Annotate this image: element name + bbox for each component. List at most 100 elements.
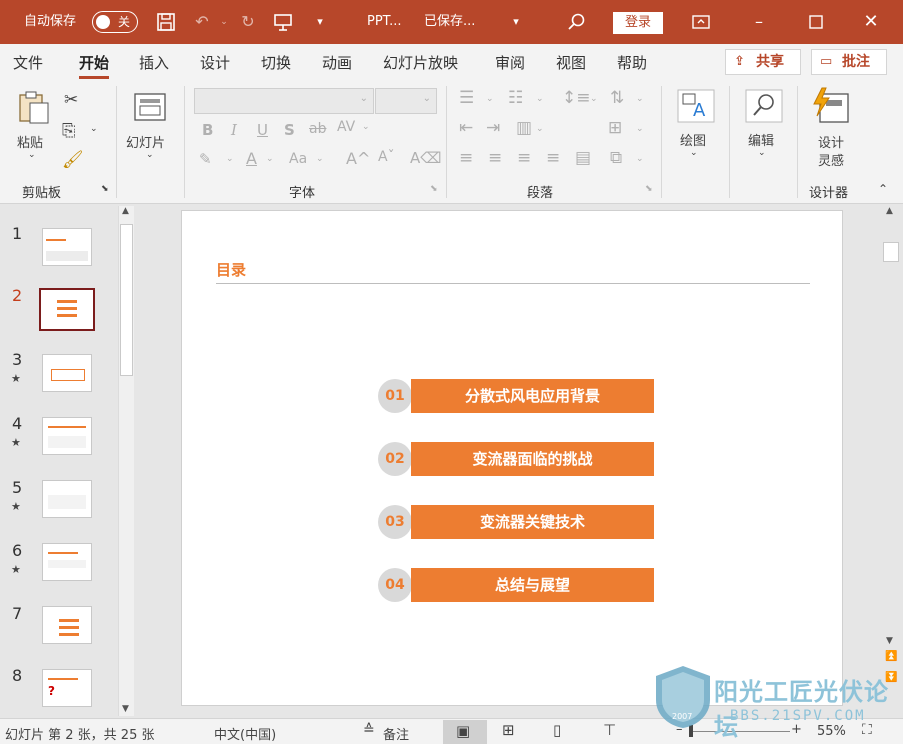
status-dropdown-icon[interactable]: ▾ <box>506 12 526 32</box>
decrease-indent-icon[interactable]: ⇤ <box>459 118 473 138</box>
saved-status[interactable]: 已保存... <box>424 0 475 44</box>
format-painter-icon[interactable]: 🖌 <box>62 150 84 170</box>
login-button[interactable]: 登录 <box>613 12 663 34</box>
smartart-icon[interactable]: ⧉ <box>610 148 622 168</box>
paragraph-launcher-icon[interactable]: ⬊ <box>645 184 653 194</box>
line-spacing-icon[interactable]: ↕≡ <box>562 88 591 108</box>
slide-canvas[interactable]: 目录 01 分散式风电应用背景 02 变流器面临的挑战 03 变流器关键技术 0… <box>181 210 843 706</box>
copy-dropdown-icon[interactable]: ⌄ <box>90 124 98 134</box>
slide-thumbnail-7[interactable] <box>42 606 92 644</box>
language[interactable]: 中文(中国) <box>214 724 276 743</box>
minimize-icon[interactable]: – <box>749 12 769 32</box>
scroll-up-icon[interactable]: ▲ <box>122 206 129 216</box>
tab-home[interactable]: 开始 <box>79 52 110 79</box>
chevron-down-icon[interactable]: ⌄ <box>486 94 494 104</box>
item-label[interactable]: 变流器面临的挑战 <box>411 442 654 476</box>
undo-dropdown-icon[interactable]: ⌄ <box>214 12 234 32</box>
customize-qat-icon[interactable]: ▾ <box>310 12 330 32</box>
align-text-icon[interactable]: ⊞ <box>608 118 622 138</box>
slide-thumbnail-2[interactable] <box>39 288 95 331</box>
undo-icon[interactable]: ↶ <box>192 12 212 32</box>
chevron-down-icon[interactable]: ⌄ <box>636 124 644 134</box>
shadow-icon[interactable]: S <box>284 121 295 139</box>
slide-label[interactable]: 幻灯片 <box>126 132 165 151</box>
underline-icon[interactable]: U <box>257 121 268 139</box>
slide-thumbnail-4[interactable] <box>42 417 92 455</box>
clear-formatting-icon[interactable]: A⌫ <box>410 149 441 167</box>
clipboard-launcher-icon[interactable]: ⬊ <box>101 184 109 194</box>
bold-icon[interactable]: B <box>202 121 213 139</box>
collapse-ribbon-icon[interactable]: ⌃ <box>878 182 888 196</box>
scroll-thumb[interactable] <box>883 242 899 262</box>
maximize-icon[interactable] <box>807 13 825 31</box>
slide-thumbnail-8[interactable]: ? <box>42 669 92 707</box>
tab-help[interactable]: 帮助 <box>617 52 647 73</box>
slideshow-icon[interactable]: ⊤ <box>603 721 616 739</box>
font-name-combo[interactable]: ⌄ <box>194 88 374 114</box>
item-label[interactable]: 变流器关键技术 <box>411 505 654 539</box>
item-number[interactable]: 01 <box>378 379 412 413</box>
strikethrough-icon[interactable]: ab <box>309 121 326 137</box>
shrink-font-icon[interactable]: Aˇ <box>378 149 395 165</box>
align-left-icon[interactable]: ≡ <box>459 148 473 168</box>
chevron-down-icon[interactable]: ⌄ <box>636 154 644 164</box>
change-case-icon[interactable]: Aa <box>289 151 307 167</box>
grow-font-icon[interactable]: A^ <box>346 149 370 168</box>
scroll-up-icon[interactable]: ▲ <box>886 206 893 216</box>
char-spacing-icon[interactable]: AV <box>337 119 355 135</box>
justify-icon[interactable]: ≡ <box>546 148 560 168</box>
copy-icon[interactable]: ⎘ <box>62 121 76 141</box>
slide-dropdown-icon[interactable]: ⌄ <box>146 150 154 160</box>
slide-scrollbar[interactable]: ▲ ▼ <box>883 206 899 648</box>
save-icon[interactable] <box>156 12 176 32</box>
tab-animations[interactable]: 动画 <box>322 52 352 73</box>
chevron-down-icon[interactable]: ⌄ <box>590 94 598 104</box>
share-button[interactable]: ⇪ 共享 <box>725 49 801 75</box>
chevron-down-icon[interactable]: ⌄ <box>316 154 324 164</box>
distributed-icon[interactable]: ▤ <box>575 148 591 168</box>
tab-insert[interactable]: 插入 <box>139 52 169 73</box>
autosave-toggle[interactable]: 关 <box>92 11 138 33</box>
chevron-down-icon[interactable]: ⌄ <box>636 94 644 104</box>
item-label[interactable]: 总结与展望 <box>411 568 654 602</box>
cut-icon[interactable]: ✂ <box>64 90 78 110</box>
edit-label[interactable]: 编辑 <box>748 130 774 149</box>
reading-view-icon[interactable]: ▯ <box>553 721 561 739</box>
design-ideas-icon[interactable] <box>812 86 852 126</box>
align-right-icon[interactable]: ≡ <box>517 148 531 168</box>
chevron-down-icon[interactable]: ⌄ <box>536 94 544 104</box>
tab-file[interactable]: 文件 <box>13 52 43 73</box>
italic-icon[interactable]: I <box>231 121 237 139</box>
tab-slideshow[interactable]: 幻灯片放映 <box>383 52 458 73</box>
comment-button[interactable]: ▭ 批注 <box>811 49 887 75</box>
paste-icon[interactable] <box>16 90 50 124</box>
chevron-down-icon[interactable]: ⌄ <box>362 122 370 132</box>
designer-label-1[interactable]: 设计 <box>818 132 844 151</box>
draw-label[interactable]: 绘图 <box>680 130 706 149</box>
draw-dropdown-icon[interactable]: ⌄ <box>690 148 698 158</box>
align-center-icon[interactable]: ≡ <box>488 148 502 168</box>
paste-dropdown-icon[interactable]: ⌄ <box>28 150 36 160</box>
scroll-down-icon[interactable]: ▼ <box>886 636 893 646</box>
columns-icon[interactable]: ▥ <box>516 118 532 138</box>
edit-dropdown-icon[interactable]: ⌄ <box>758 148 766 158</box>
item-label[interactable]: 分散式风电应用背景 <box>411 379 654 413</box>
item-number[interactable]: 02 <box>378 442 412 476</box>
thumbnail-scrollbar[interactable]: ▲ ▼ <box>118 206 134 716</box>
chevron-down-icon[interactable]: ⌄ <box>226 154 234 164</box>
slide-thumbnail-6[interactable] <box>42 543 92 581</box>
tab-transitions[interactable]: 切换 <box>261 52 291 73</box>
slide-sorter-icon[interactable]: ⊞ <box>502 721 515 739</box>
tab-design[interactable]: 设计 <box>200 52 230 73</box>
drawing-icon[interactable]: A <box>676 88 716 124</box>
new-slide-icon[interactable] <box>131 90 169 124</box>
font-color-icon[interactable]: A <box>246 149 257 168</box>
slide-title[interactable]: 目录 <box>216 259 246 280</box>
close-icon[interactable]: ✕ <box>861 12 881 32</box>
item-number[interactable]: 03 <box>378 505 412 539</box>
font-size-combo[interactable]: ⌄ <box>375 88 437 114</box>
paste-label[interactable]: 粘贴 <box>17 132 43 151</box>
text-direction-icon[interactable]: ⇅ <box>610 88 624 108</box>
font-launcher-icon[interactable]: ⬊ <box>430 184 438 194</box>
notes-button[interactable]: 备注 <box>383 724 409 743</box>
